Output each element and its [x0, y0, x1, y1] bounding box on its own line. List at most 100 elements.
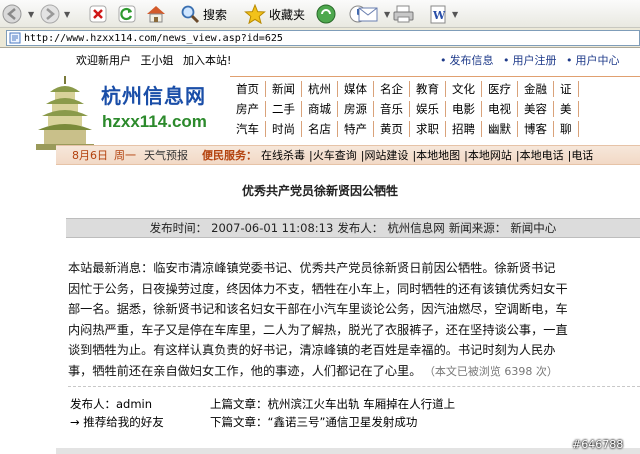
nav-culture[interactable]: 文化 — [446, 81, 482, 97]
nav-securities[interactable]: 证 — [554, 81, 579, 97]
home-icon — [147, 6, 165, 23]
meta-author: 杭州信息网 — [387, 221, 445, 235]
quick-map-link[interactable]: 本地地图 — [416, 149, 460, 162]
meta-source: 新闻中心 — [510, 221, 557, 235]
nav-entertainment[interactable]: 娱乐 — [410, 101, 446, 117]
nav-music[interactable]: 音乐 — [374, 101, 410, 117]
printer-icon — [393, 5, 414, 23]
nav-finance[interactable]: 金融 — [518, 81, 554, 97]
nav-mall[interactable]: 商城 — [302, 101, 338, 117]
user-center-link[interactable]: 用户中心 — [576, 54, 620, 67]
favorites-label: 收藏夹 — [269, 7, 306, 22]
url-text: http://www.hzxx114.com/news_view.asp?id=… — [24, 32, 283, 44]
publisher-name: admin — [116, 397, 153, 411]
edit-button[interactable]: W ▼ — [428, 2, 458, 26]
forward-button[interactable]: ▼ — [40, 2, 70, 26]
quick-phone-link[interactable]: 电话 — [571, 149, 593, 162]
nav-movies[interactable]: 电影 — [446, 101, 482, 117]
meta-source-label: 新闻来源： — [448, 221, 507, 235]
site-logo[interactable]: 杭州信息网 hzxx114.com — [26, 70, 236, 156]
date-service-bar: 8月6日 周一 天气预报 便民服务： 在线杀毒 |火车查询 |网站建设 |本地地图 |本地… — [56, 145, 640, 165]
nav-cars[interactable]: 汽车 — [230, 121, 266, 137]
nav-yellowpages[interactable]: 黄页 — [374, 121, 410, 137]
nav-fashion[interactable]: 时尚 — [266, 121, 302, 137]
prev-label: 上篇文章： — [210, 397, 268, 411]
logo-name-en: hzxx114.com — [102, 112, 207, 131]
page-icon — [9, 32, 21, 44]
welcome-bar: 欢迎新用户 王小姐 加入本站! — [76, 52, 237, 68]
nav-housing[interactable]: 房源 — [338, 101, 374, 117]
refresh-icon — [118, 5, 136, 23]
publisher-label: 发布人： — [70, 397, 116, 411]
nav-blog[interactable]: 博客 — [518, 121, 554, 137]
top-links: • 发布信息 • 用户注册 • 用户中心 — [440, 52, 626, 68]
svg-text:W: W — [432, 9, 446, 22]
favorites-button[interactable]: 收藏夹 — [244, 2, 305, 26]
view-count: （本文已被浏览 6398 次） — [429, 364, 558, 378]
nav-news[interactable]: 新闻 — [266, 81, 302, 97]
nav-home[interactable]: 首页 — [230, 81, 266, 97]
quick-services: 便民服务： 在线杀毒 |火车查询 |网站建设 |本地地图 |本地网站 |本地电话 |电话 — [202, 149, 594, 162]
quick-antivirus-link[interactable]: 在线杀毒 — [261, 149, 305, 162]
print-button[interactable] — [392, 2, 416, 26]
quick-local-phone-link[interactable]: 本地电话 — [520, 149, 564, 162]
prev-article-link[interactable]: 杭州滨江火车出轨 车厢掉在人行道上 — [268, 397, 456, 411]
post-info-link[interactable]: 发布信息 — [450, 54, 494, 67]
mail-button[interactable]: ▼ — [356, 2, 390, 26]
nav-jobseek[interactable]: 求职 — [410, 121, 446, 137]
nav-chat[interactable]: 聊 — [554, 121, 579, 137]
back-arrow-icon — [2, 4, 22, 24]
forward-dropdown-icon[interactable]: ▼ — [64, 10, 70, 19]
article-line: 本站最新消息：临安市清凉峰镇党委书记、优秀共产党员徐新贤日前因公牺牲。徐新贤书记 — [68, 261, 556, 275]
next-article-link[interactable]: “鑫诺三号”通信卫星发射成功 — [268, 415, 418, 429]
nav-specialties[interactable]: 特产 — [338, 121, 374, 137]
nav-medical[interactable]: 医疗 — [482, 81, 518, 97]
join-link[interactable]: 加入本站! — [183, 54, 231, 67]
nav-beauty[interactable]: 美容 — [518, 101, 554, 117]
nav-realestate[interactable]: 房产 — [230, 101, 266, 117]
browser-toolbar: ▼ ▼ 搜索 收藏夹 ▼ W ▼ — [0, 0, 640, 28]
web-page: 欢迎新用户 王小姐 加入本站! • 发布信息 • 用户注册 • 用户中心 杭州信息网 … — [0, 48, 640, 454]
search-button[interactable]: 搜索 — [180, 2, 227, 26]
recommend-to-friend-link[interactable]: → 推荐给我的好友 — [70, 414, 164, 430]
article-line: 谈到牺牲为止。有这样认真负责的好书记，清凉峰镇的老百姓是幸福的。书记时刻为人民办 — [68, 343, 556, 357]
current-date: 8月6日 — [72, 149, 108, 162]
nav-education[interactable]: 教育 — [410, 81, 446, 97]
weather-link[interactable]: 天气预报 — [144, 147, 188, 163]
next-label: 下篇文章： — [210, 415, 268, 429]
nav-companies[interactable]: 名企 — [374, 81, 410, 97]
nav-hangzhou[interactable]: 杭州 — [302, 81, 338, 97]
welcome-text: 欢迎新用户 — [76, 54, 131, 67]
nav-famous-shops[interactable]: 名店 — [302, 121, 338, 137]
nav-beauty-2[interactable]: 美 — [554, 101, 579, 117]
quick-website-build-link[interactable]: 网站建设 — [364, 149, 408, 162]
mail-icon — [358, 7, 378, 22]
register-link[interactable]: 用户注册 — [513, 54, 557, 67]
edit-dropdown-icon[interactable]: ▼ — [452, 10, 458, 19]
nav-tv[interactable]: 电视 — [482, 101, 518, 117]
username: 王小姐 — [140, 54, 174, 67]
favorites-star-icon — [244, 4, 266, 24]
meta-time-label: 发布时间： — [149, 221, 208, 235]
article-line: 因忙于公务，日夜操劳过度，终因体力不支，牺牲在小车上，同时牺牲的还有该镇优秀妇女… — [68, 281, 568, 296]
article-last-line: 事，牺牲前还在亲自做妇女工作，他的事迹，人们都记在了心里。 （本文已被浏览 639… — [68, 361, 638, 383]
quick-local-sites-link[interactable]: 本地网站 — [468, 149, 512, 162]
main-navigation: 首页 新闻 杭州 媒体 名企 教育 文化 医疗 金融 证 房产 二手 商城 房源… — [230, 76, 640, 140]
quick-services-label: 便民服务： — [202, 149, 257, 162]
back-button[interactable]: ▼ — [2, 2, 34, 26]
quick-train-link[interactable]: 火车查询 — [313, 149, 357, 162]
nav-recruit[interactable]: 招聘 — [446, 121, 482, 137]
back-dropdown-icon[interactable]: ▼ — [28, 10, 34, 19]
refresh-button[interactable] — [117, 2, 137, 26]
word-edit-icon: W — [430, 5, 446, 24]
home-button[interactable] — [145, 2, 167, 26]
current-weekday: 周一 — [114, 149, 136, 162]
nav-humor[interactable]: 幽默 — [482, 121, 518, 137]
square-bullet-icon: • — [440, 54, 447, 67]
media-button[interactable] — [316, 2, 338, 26]
address-input[interactable]: http://www.hzxx114.com/news_view.asp?id=… — [6, 30, 640, 46]
stop-button[interactable] — [88, 2, 108, 26]
nav-media[interactable]: 媒体 — [338, 81, 374, 97]
mail-dropdown-icon[interactable]: ▼ — [384, 10, 390, 19]
nav-secondhand[interactable]: 二手 — [266, 101, 302, 117]
